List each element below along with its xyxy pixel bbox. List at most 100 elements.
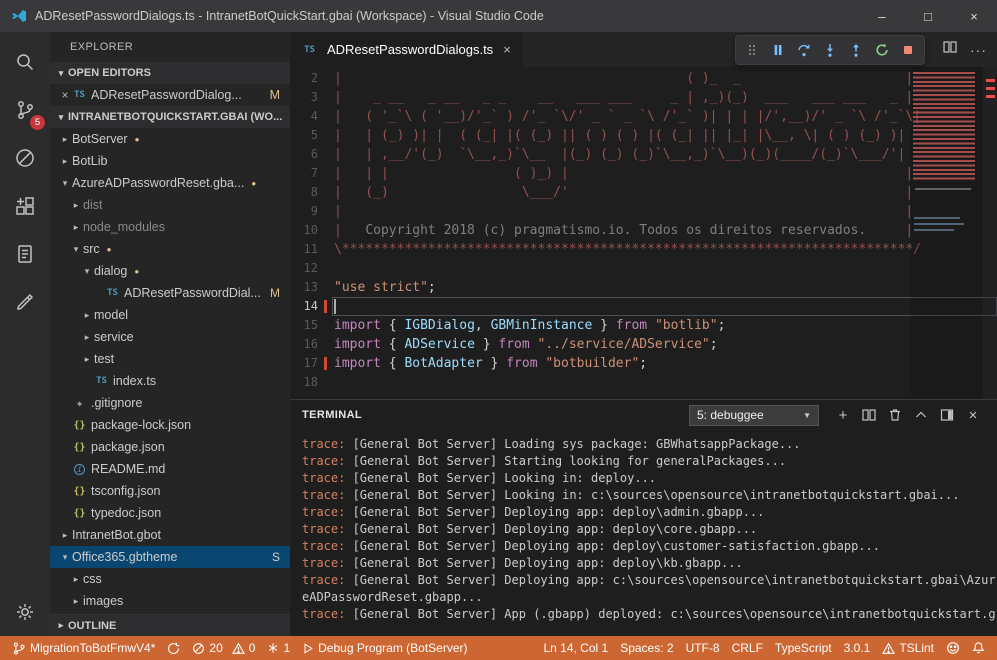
- tree-item-node_modules[interactable]: ▸node_modules: [50, 216, 290, 238]
- step-over-button[interactable]: [792, 38, 816, 62]
- tree-item-typedoc.json[interactable]: {}typedoc.json: [50, 502, 290, 524]
- pause-button[interactable]: [766, 38, 790, 62]
- tree-item-package-lock.json[interactable]: {}package-lock.json: [50, 414, 290, 436]
- eol-item[interactable]: CRLF: [726, 641, 769, 655]
- line-number[interactable]: 8: [290, 183, 332, 202]
- chevron-icon[interactable]: ▸: [69, 222, 83, 233]
- notifications-item[interactable]: [966, 641, 991, 655]
- git-branch-item[interactable]: MigrationToBotFmwV4*: [6, 636, 161, 660]
- line-number[interactable]: 17: [290, 354, 332, 373]
- feedback-item[interactable]: [940, 641, 966, 655]
- chevron-icon[interactable]: ▸: [58, 530, 72, 541]
- line-number[interactable]: 13: [290, 278, 332, 297]
- tree-item-index.ts[interactable]: TSindex.ts: [50, 370, 290, 392]
- split-editor-icon[interactable]: [942, 39, 958, 60]
- tree-item-test[interactable]: ▸test: [50, 348, 290, 370]
- chevron-icon[interactable]: ▾: [58, 552, 72, 563]
- split-terminal-icon[interactable]: [857, 403, 881, 427]
- code-line-17[interactable]: 17import { BotAdapter } from "botbuilder…: [290, 354, 997, 373]
- maximize-panel-icon[interactable]: [909, 403, 933, 427]
- tree-item-.gitignore[interactable]: ◆.gitignore: [50, 392, 290, 414]
- search-icon[interactable]: [0, 38, 50, 86]
- tab-close-icon[interactable]: ×: [503, 42, 511, 57]
- extra-indicator-item[interactable]: 1: [261, 636, 296, 660]
- code-line-18[interactable]: 18: [290, 373, 997, 392]
- terminal-output[interactable]: trace: [General Bot Server] Loading sys …: [290, 430, 997, 636]
- chevron-icon[interactable]: ▸: [80, 354, 94, 365]
- kill-terminal-icon[interactable]: [883, 403, 907, 427]
- close-panel-icon[interactable]: ×: [961, 403, 985, 427]
- tab-terminal[interactable]: TERMINAL: [302, 409, 362, 421]
- more-actions-icon[interactable]: ···: [970, 42, 987, 58]
- chevron-icon[interactable]: ▾: [69, 244, 83, 255]
- language-mode-item[interactable]: TypeScript: [769, 641, 838, 655]
- code-line-6[interactable]: 6| | ,__/'(_) `\__,_)`\__ |(_) (_) (_)`\…: [290, 145, 997, 164]
- line-number[interactable]: 11: [290, 240, 332, 259]
- code-line-4[interactable]: 4| ( '_`\ ( '__)/'_` ) /'_ `\/' _ ` _ `\…: [290, 107, 997, 126]
- tree-item-css[interactable]: ▸css: [50, 568, 290, 590]
- chevron-icon[interactable]: ▸: [80, 310, 94, 321]
- code-line-12[interactable]: 12: [290, 259, 997, 278]
- terminal-select[interactable]: 5: debuggee ▼: [689, 405, 819, 426]
- code-line-8[interactable]: 8| (_) \___/' |: [290, 183, 997, 202]
- code-line-5[interactable]: 5| | (_) )| | ( (_| |( (_) || ( ) ( ) |(…: [290, 126, 997, 145]
- line-number[interactable]: 3: [290, 88, 332, 107]
- tslint-item[interactable]: TSLint: [876, 641, 940, 655]
- chevron-icon[interactable]: ▸: [69, 200, 83, 211]
- encoding-item[interactable]: UTF-8: [680, 641, 726, 655]
- minimap[interactable]: [911, 67, 983, 399]
- chevron-icon[interactable]: ▸: [80, 332, 94, 343]
- indentation-item[interactable]: Spaces: 2: [614, 641, 679, 655]
- new-terminal-icon[interactable]: +: [831, 403, 855, 427]
- code-line-3[interactable]: 3| _ __ _ __ _ _ __ ___ ___ _ | ,_)(_) _…: [290, 88, 997, 107]
- line-number[interactable]: 4: [290, 107, 332, 126]
- line-number[interactable]: 18: [290, 373, 332, 392]
- restart-button[interactable]: [870, 38, 894, 62]
- code-line-11[interactable]: 11\*************************************…: [290, 240, 997, 259]
- tree-item-README.md[interactable]: iREADME.md: [50, 458, 290, 480]
- problems-item[interactable]: 20 0: [186, 636, 261, 660]
- tree-item-src[interactable]: ▾src●: [50, 238, 290, 260]
- minimize-button[interactable]: –: [859, 0, 905, 32]
- tree-item-ADResetPasswordDial...[interactable]: TSADResetPasswordDial...M: [50, 282, 290, 304]
- chevron-icon[interactable]: ▸: [69, 574, 83, 585]
- workspace-header[interactable]: ▾ INTRANETBOTQUICKSTART.GBAI (WO...: [50, 106, 290, 128]
- code-line-13[interactable]: 13"use strict";: [290, 278, 997, 297]
- line-number[interactable]: 2: [290, 69, 332, 88]
- chevron-icon[interactable]: ▸: [69, 596, 83, 607]
- tree-item-IntranetBot.gbot[interactable]: ▸IntranetBot.gbot: [50, 524, 290, 546]
- line-number[interactable]: 5: [290, 126, 332, 145]
- documents-icon[interactable]: [0, 230, 50, 278]
- close-editor-icon[interactable]: ×: [58, 88, 72, 102]
- cursor-position-item[interactable]: Ln 14, Col 1: [537, 641, 614, 655]
- tree-item-Office365.gbtheme[interactable]: ▾Office365.gbthemeS: [50, 546, 290, 568]
- code-line-9[interactable]: 9| |: [290, 202, 997, 221]
- tree-item-BotServer[interactable]: ▸BotServer●: [50, 128, 290, 150]
- tree-item-images[interactable]: ▸images: [50, 590, 290, 612]
- settings-gear-icon[interactable]: [0, 588, 50, 636]
- code-line-16[interactable]: 16import { ADService } from "../service/…: [290, 335, 997, 354]
- ts-version-item[interactable]: 3.0.1: [838, 641, 877, 655]
- line-number[interactable]: 15: [290, 316, 332, 335]
- code-line-10[interactable]: 10| Copyright 2018 (c) pragmatismo.io. T…: [290, 221, 997, 240]
- code-line-7[interactable]: 7| | | ( )_) | |: [290, 164, 997, 183]
- chevron-icon[interactable]: ▾: [58, 178, 72, 189]
- code-line-15[interactable]: 15import { IGBDialog, GBMinInstance } fr…: [290, 316, 997, 335]
- open-editors-header[interactable]: ▾ OPEN EDITORS: [50, 62, 290, 84]
- chevron-icon[interactable]: ▸: [58, 134, 72, 145]
- step-out-button[interactable]: [844, 38, 868, 62]
- outline-header[interactable]: ▸ OUTLINE: [50, 614, 290, 636]
- line-number[interactable]: 7: [290, 164, 332, 183]
- step-into-button[interactable]: [818, 38, 842, 62]
- sync-button[interactable]: [161, 636, 186, 660]
- chevron-icon[interactable]: ▾: [80, 266, 94, 277]
- tree-item-model[interactable]: ▸model: [50, 304, 290, 326]
- tree-item-service[interactable]: ▸service: [50, 326, 290, 348]
- debug-session-item[interactable]: Debug Program (BotServer): [296, 636, 473, 660]
- extensions-icon[interactable]: [0, 182, 50, 230]
- tree-item-tsconfig.json[interactable]: {}tsconfig.json: [50, 480, 290, 502]
- tree-item-BotLib[interactable]: ▸BotLib: [50, 150, 290, 172]
- toolbar-drag-handle[interactable]: [740, 38, 764, 62]
- close-button[interactable]: ×: [951, 0, 997, 32]
- tab-adresetpassworddialogs[interactable]: TS ADResetPasswordDialogs.ts ×: [290, 32, 523, 67]
